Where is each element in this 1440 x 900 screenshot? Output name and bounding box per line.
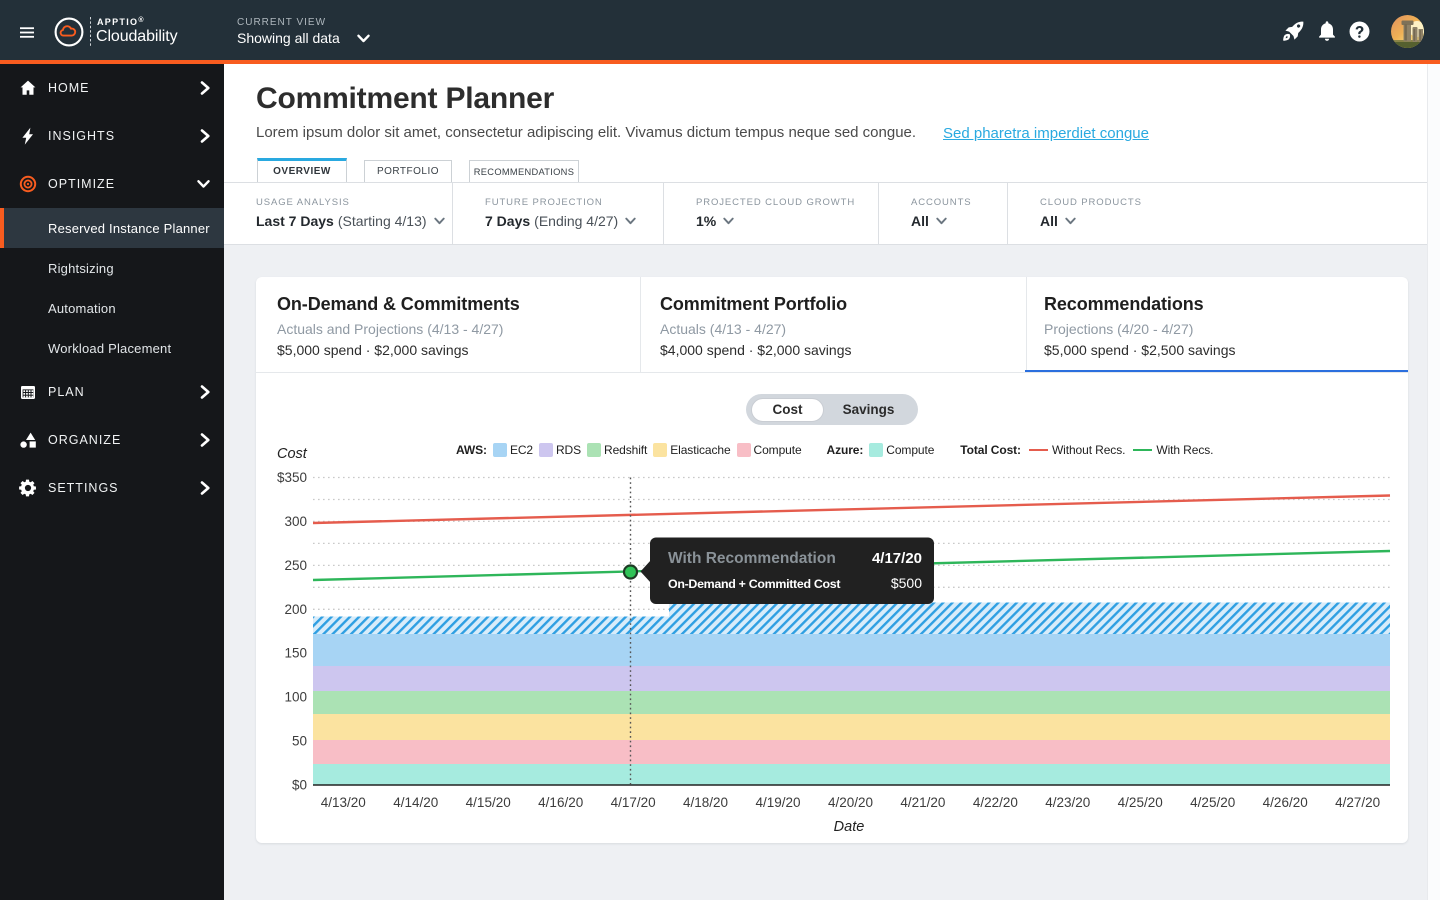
svg-text:On-Demand + Committed Cost: On-Demand + Committed Cost — [668, 577, 840, 591]
svg-text:250: 250 — [284, 558, 307, 573]
svg-text:100: 100 — [284, 690, 307, 705]
svg-text:$500: $500 — [891, 575, 922, 591]
svg-text:4/16/20: 4/16/20 — [538, 795, 583, 810]
svg-text:With Recommendation: With Recommendation — [668, 550, 836, 567]
svg-text:4/19/20: 4/19/20 — [755, 795, 800, 810]
svg-text:4/27/20: 4/27/20 — [1335, 795, 1380, 810]
svg-text:4/14/20: 4/14/20 — [393, 795, 438, 810]
svg-text:$0: $0 — [292, 778, 307, 793]
svg-text:$350: $350 — [277, 470, 307, 485]
svg-text:Date: Date — [834, 819, 865, 835]
svg-text:4/25/20: 4/25/20 — [1190, 795, 1235, 810]
svg-text:4/23/20: 4/23/20 — [1045, 795, 1090, 810]
svg-text:4/22/20: 4/22/20 — [973, 795, 1018, 810]
svg-text:4/26/20: 4/26/20 — [1263, 795, 1308, 810]
svg-text:200: 200 — [284, 602, 307, 617]
svg-text:Cost: Cost — [277, 446, 308, 462]
svg-text:4/15/20: 4/15/20 — [466, 795, 511, 810]
svg-text:4/17/20: 4/17/20 — [872, 550, 922, 567]
svg-text:4/20/20: 4/20/20 — [828, 795, 873, 810]
svg-text:4/25/20: 4/25/20 — [1118, 795, 1163, 810]
svg-text:4/17/20: 4/17/20 — [611, 795, 656, 810]
svg-text:300: 300 — [284, 514, 307, 529]
svg-text:50: 50 — [292, 734, 307, 749]
svg-text:4/21/20: 4/21/20 — [900, 795, 945, 810]
svg-text:4/18/20: 4/18/20 — [683, 795, 728, 810]
svg-text:150: 150 — [284, 646, 307, 661]
svg-text:4/13/20: 4/13/20 — [321, 795, 366, 810]
